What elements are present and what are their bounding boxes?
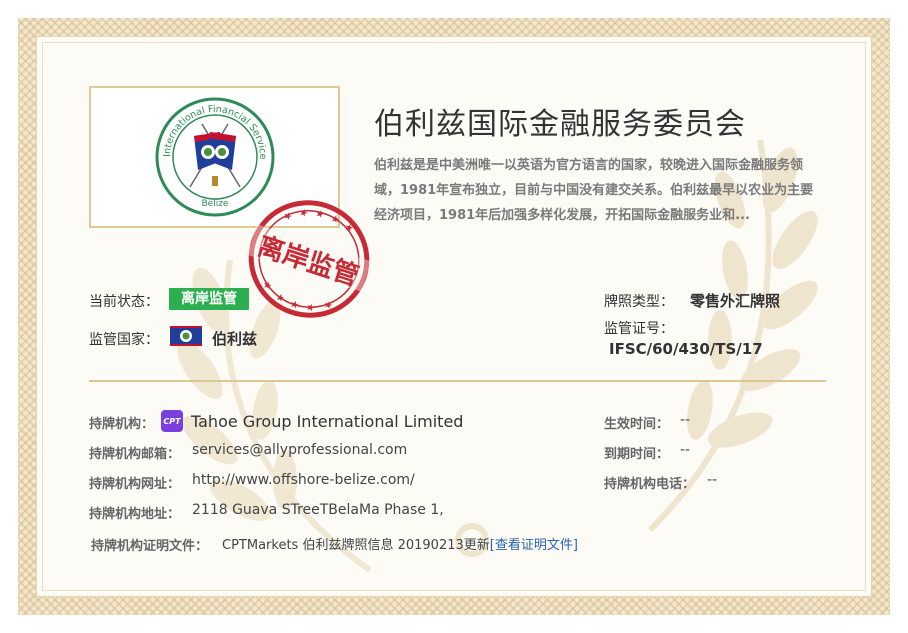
address-label: 持牌机构地址： <box>89 507 181 522</box>
view-certificate-link[interactable]: [查看证明文件] <box>490 538 578 553</box>
effective-date-label: 生效时间： <box>604 417 670 432</box>
regulatory-country-label: 监管国家： <box>89 332 159 348</box>
belize-flag-icon <box>170 326 202 346</box>
holder-label: 持牌机构： <box>89 417 155 432</box>
expiry-date-value: -- <box>680 442 691 458</box>
phone-label: 持牌机构电话： <box>604 477 696 492</box>
cpt-logo-icon: CPT <box>161 410 183 432</box>
license-number-value: IFSC/60/430/TS/17 <box>609 340 763 358</box>
expiry-date-label: 到期时间： <box>604 447 670 462</box>
section-divider <box>89 380 826 382</box>
svg-text:★: ★ <box>297 207 309 220</box>
certificate-doc-label: 持牌机构证明文件： <box>91 539 209 554</box>
certificate-doc-value: CPTMarkets 伯利兹牌照信息 20190213更新[查看证明文件] <box>222 534 578 553</box>
svg-text:★: ★ <box>282 210 294 223</box>
license-number-label: 监管证号： <box>604 321 674 337</box>
certificate-doc-text: CPTMarkets 伯利兹牌照信息 20190213更新 <box>222 538 490 553</box>
website-label: 持牌机构网址： <box>89 477 181 492</box>
logo-bottom-text: Belize <box>201 199 228 209</box>
regulator-title: 伯利兹国际金融服务委员会 <box>374 107 746 142</box>
holder-value: Tahoe Group International Limited <box>191 412 464 431</box>
offshore-stamp: ★ ★ ★ ★★ ★★★ ★ ★ 离岸监管 <box>247 200 372 318</box>
website-value: http://www.offshore-belize.com/ <box>192 472 415 488</box>
email-label: 持牌机构邮箱： <box>89 447 181 462</box>
status-badge: 离岸监管 <box>169 288 249 310</box>
effective-date-value: -- <box>680 412 691 428</box>
phone-value: -- <box>707 472 718 488</box>
svg-text:★: ★ <box>314 208 326 221</box>
svg-text:★: ★ <box>329 213 341 226</box>
current-status-label: 当前状态： <box>89 294 159 310</box>
license-type-label: 牌照类型： <box>604 294 674 310</box>
address-value: 2118 Guava STreeTBelaMa Phase 1, <box>192 502 444 518</box>
license-type-value: 零售外汇牌照 <box>690 292 781 310</box>
regulator-description: 伯利兹是是中美洲唯一以英语为官方语言的国家，较晚进入国际金融服务领域，1981年… <box>374 158 814 223</box>
regulatory-country-value: 伯利兹 <box>212 330 258 348</box>
email-value: services@allyprofessional.com <box>192 442 408 458</box>
svg-text:★: ★ <box>343 222 355 235</box>
